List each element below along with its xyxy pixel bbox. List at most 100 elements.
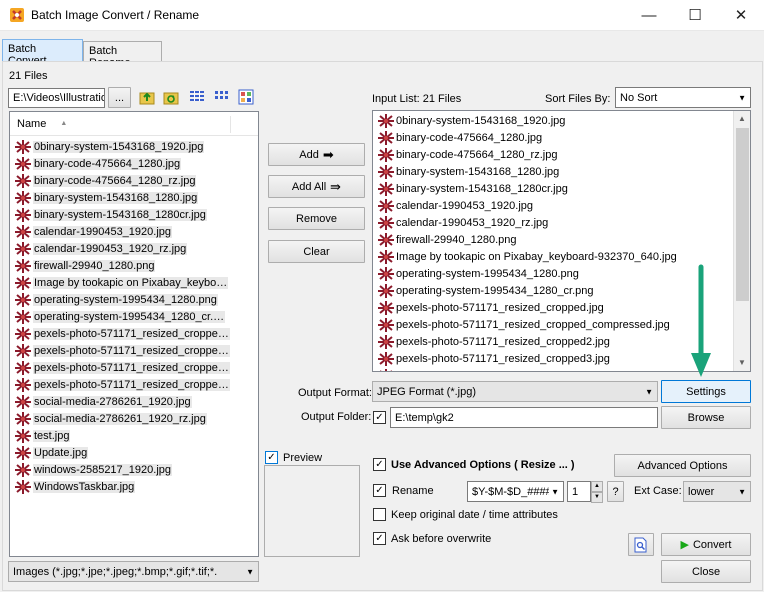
list-item[interactable]: windows-2585217_1920.jpg [15,461,258,478]
advanced-options-button[interactable]: Advanced Options [614,454,751,477]
list-item[interactable]: Update.jpg [15,444,258,461]
list-item[interactable]: pexels-photo-571171_resized_croppe… [15,376,258,393]
list-item[interactable]: operating-system-1995434_1280.png [15,291,258,308]
list-item[interactable]: pexels-photo-571171_resized_cropped2.jpg [378,333,733,350]
rename-help-button[interactable]: ? [607,481,624,502]
list-view-icon[interactable] [214,90,230,104]
browse-folder-button[interactable]: ... [108,87,131,108]
list-item[interactable]: Image by tookapic on Pixabay_keyboard-93… [378,248,733,265]
scroll-up-icon[interactable]: ▲ [738,114,746,123]
list-item[interactable]: binary-code-475664_1280.jpg [15,155,258,172]
rename-row[interactable]: ✓ Rename [373,484,434,497]
list-item[interactable]: binary-code-475664_1280_rz.jpg [15,172,258,189]
ext-case-select[interactable]: lower ▼ [683,481,751,502]
list-item[interactable]: operating-system-1995434_1280_cr.png [378,282,733,299]
list-item[interactable]: operating-system-1995434_1280_cr.… [15,308,258,325]
list-item[interactable]: pexels-photo-571171_resized_croppe… [15,325,258,342]
advanced-options-checkbox[interactable]: ✓ [373,458,386,471]
list-item[interactable]: pexels-photo-571171_resized_cropped.jpg [378,299,733,316]
list-item[interactable]: calendar-1990453_1920.jpg [15,223,258,240]
clear-button[interactable]: Clear [268,240,365,263]
refresh-folder-icon[interactable] [163,89,179,105]
list-item[interactable]: calendar-1990453_1920_rz.jpg [15,240,258,257]
stepper-up-icon[interactable]: ▲ [591,481,603,492]
image-file-icon [378,181,394,196]
rename-checkbox[interactable]: ✓ [373,484,386,497]
list-item[interactable]: WindowsTaskbar.jpg [15,478,258,495]
folder-up-icon[interactable] [139,89,155,105]
rename-pattern-select[interactable]: $Y-$M-$D_#### ▼ [467,481,564,502]
rename-start-stepper[interactable]: ▲ ▼ [591,481,603,503]
settings-button[interactable]: Settings [661,380,751,403]
list-item[interactable]: binary-system-1543168_1280cr.jpg [378,180,733,197]
output-folder-label: Output Folder: [301,411,372,423]
tab-batch-rename[interactable]: Batch Rename [83,41,162,69]
list-item[interactable]: binary-system-1543168_1280cr.jpg [15,206,258,223]
column-name-header[interactable]: Name [17,118,46,130]
output-folder-input[interactable]: E:\temp\gk2 [390,407,658,428]
list-item[interactable]: pexels-photo-571171_resized_cropped_comp… [378,316,733,333]
remove-button[interactable]: Remove [268,207,365,230]
list-item[interactable]: pexels-photo-571171_resized_cropped3.jpg [378,350,733,367]
ext-case-label: Ext Case: [634,485,682,497]
add-button[interactable]: Add ➡ [268,143,365,166]
list-item[interactable]: binary-code-475664_1280.jpg [378,129,733,146]
advanced-options-row[interactable]: ✓ Use Advanced Options ( Resize ... ) [373,458,575,471]
scroll-down-icon[interactable]: ▼ [738,358,746,367]
folder-path-input[interactable]: E:\Videos\Illustratio [8,88,105,108]
minimize-button[interactable]: — [626,0,672,31]
input-list-scrollbar[interactable]: ▲ ▼ [733,111,750,371]
rename-start-value: 1 [572,485,579,498]
rename-start-input[interactable]: 1 [567,481,591,502]
file-name: binary-system-1543168_1280cr.jpg [33,208,207,221]
output-folder-checkbox[interactable]: ✓ [373,411,386,424]
list-item[interactable]: social-media-2786261_1920.jpg [378,367,733,371]
scrollbar-thumb[interactable] [736,128,749,301]
list-item[interactable]: calendar-1990453_1920.jpg [378,197,733,214]
tab-batch-convert[interactable]: Batch Convert [2,39,83,67]
window-title: Batch Image Convert / Rename [31,8,200,22]
list-item[interactable]: 0binary-system-1543168_1920.jpg [378,112,733,129]
list-header[interactable]: Name ▲ [10,112,258,136]
ask-overwrite-row[interactable]: ✓ Ask before overwrite [373,532,491,545]
convert-button[interactable]: ▶ Convert [661,533,751,556]
preview-checkbox[interactable]: ✓ [265,451,278,464]
list-item[interactable]: pexels-photo-571171_resized_croppe… [15,342,258,359]
preview-checkbox-row[interactable]: ✓ Preview [265,451,322,464]
details-view-icon[interactable] [189,90,205,104]
list-item[interactable]: Image by tookapic on Pixabay_keybo… [15,274,258,291]
list-item[interactable]: 0binary-system-1543168_1920.jpg [15,138,258,155]
list-item[interactable]: binary-code-475664_1280_rz.jpg [378,146,733,163]
keep-date-checkbox[interactable] [373,508,386,521]
image-file-icon [15,241,31,256]
list-item[interactable]: social-media-2786261_1920.jpg [15,393,258,410]
preview-output-button[interactable] [628,533,654,556]
browse-output-button[interactable]: Browse [661,406,751,429]
thumbnail-view-icon[interactable] [238,89,254,105]
stepper-down-icon[interactable]: ▼ [591,492,603,503]
image-file-icon [379,368,393,371]
list-item[interactable]: firewall-29940_1280.png [15,257,258,274]
list-item[interactable]: pexels-photo-571171_resized_croppe… [15,359,258,376]
list-item[interactable]: firewall-29940_1280.png [378,231,733,248]
close-button[interactable]: Close [661,560,751,583]
list-item[interactable]: operating-system-1995434_1280.png [378,265,733,282]
close-window-button[interactable]: ✕ [718,0,764,31]
maximize-button[interactable]: ☐ [672,0,718,31]
list-item[interactable]: calendar-1990453_1920_rz.jpg [378,214,733,231]
file-filter-select[interactable]: Images (*.jpg;*.jpe;*.jpeg;*.bmp;*.gif;*… [8,561,259,582]
file-name: pexels-photo-571171_resized_cropped.jpg [396,301,604,314]
add-all-button[interactable]: Add All ⇛ [268,175,365,198]
ask-overwrite-checkbox[interactable]: ✓ [373,532,386,545]
sort-select[interactable]: No Sort ▼ [615,87,751,108]
list-item[interactable]: binary-system-1543168_1280.jpg [15,189,258,206]
file-name: firewall-29940_1280.png [396,233,517,246]
output-format-select[interactable]: JPEG Format (*.jpg) ▼ [372,381,658,402]
source-file-list[interactable]: Name ▲ 0binary-system-1543168_1920.jpg bi… [9,111,259,557]
image-file-icon [15,258,31,273]
list-item[interactable]: social-media-2786261_1920_rz.jpg [15,410,258,427]
keep-date-row[interactable]: Keep original date / time attributes [373,508,558,521]
list-item[interactable]: test.jpg [15,427,258,444]
list-item[interactable]: binary-system-1543168_1280.jpg [378,163,733,180]
file-name: social-media-2786261_1920_rz.jpg [33,412,207,425]
